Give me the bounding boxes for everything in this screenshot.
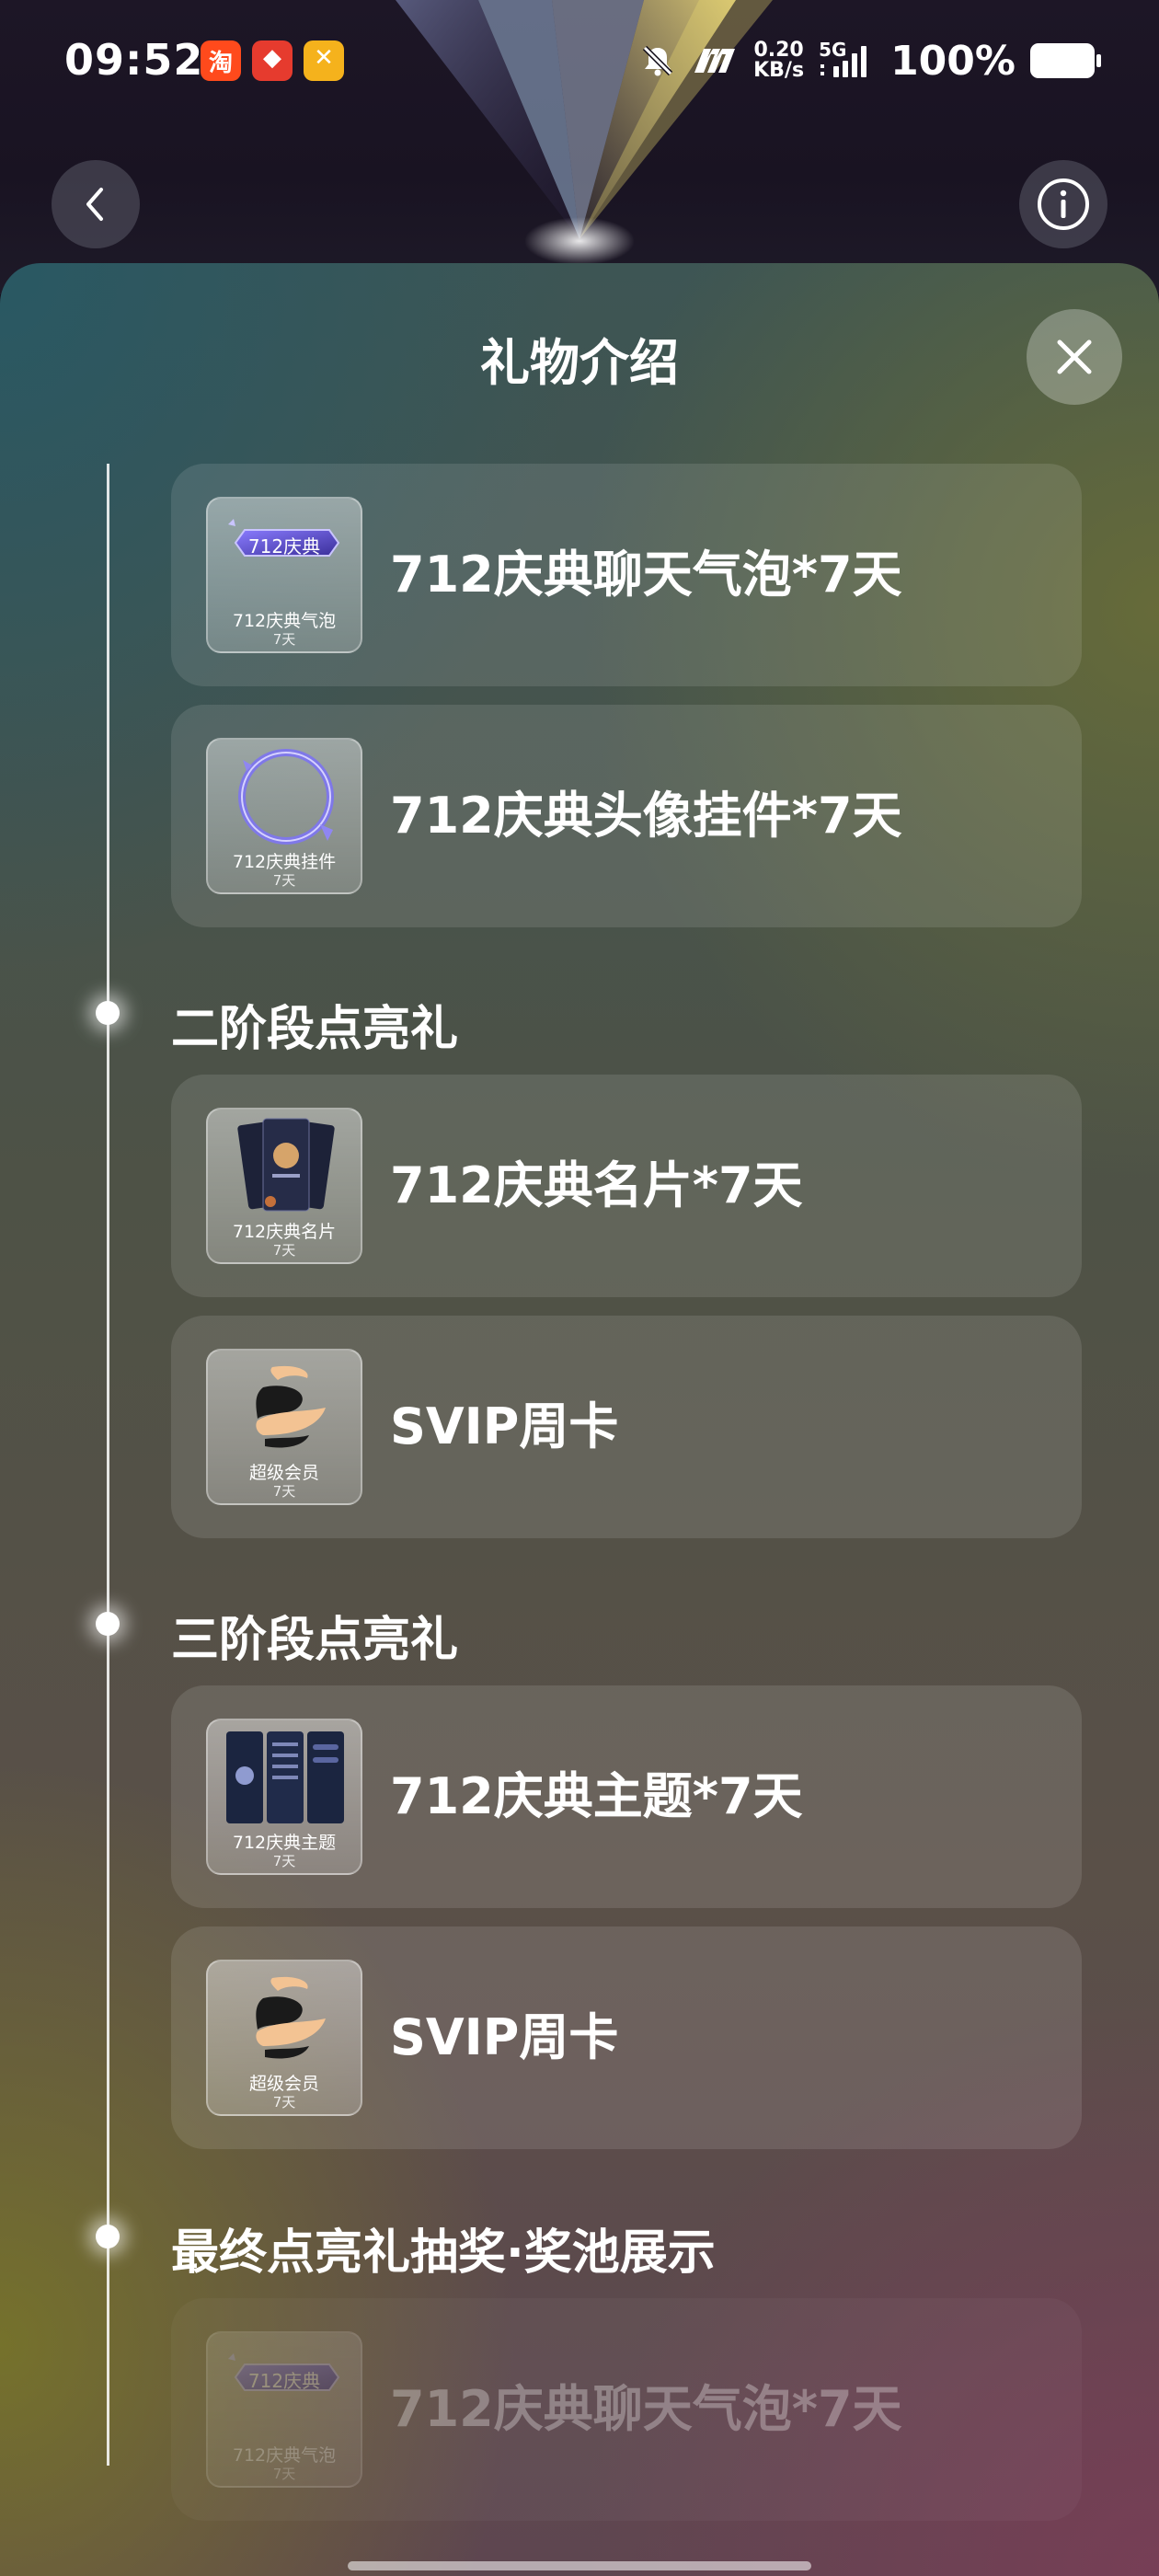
chat-bubble-thumbnail: 712庆典 712庆典气泡 7天 — [206, 497, 362, 653]
gift-card[interactable]: 712庆典 712庆典气泡 7天 712庆典聊天气泡*7天 — [171, 2298, 1082, 2521]
bubble-badge-text: 712庆典 — [247, 535, 321, 558]
timeline-dot — [96, 1001, 120, 1025]
timeline-line — [107, 464, 109, 2466]
section-title-stage-3: 三阶段点亮礼 — [171, 1613, 459, 1668]
gift-card[interactable]: 超级会员 7天 SVIP周卡 — [171, 1926, 1082, 2149]
info-button[interactable] — [1019, 160, 1107, 248]
net-speed-value: 0.20 — [753, 39, 804, 62]
back-button[interactable] — [52, 160, 140, 248]
gift-card[interactable]: 712庆典挂件 7天 712庆典头像挂件*7天 — [171, 705, 1082, 927]
gift-intro-sheet: 礼物介绍 712庆典 712庆典气泡 7天 712庆典聊天气泡*7天 712庆典… — [0, 263, 1159, 2576]
name-card-thumbnail: 712庆典名片 7天 — [206, 1108, 362, 1264]
thumbnail-duration: 7天 — [272, 1483, 296, 1500]
thumbnail-label: 712庆典气泡 — [232, 611, 337, 631]
thumbnail-duration: 7天 — [272, 2094, 296, 2110]
thumbnail-label: 超级会员 — [248, 1463, 319, 1483]
section-title-final: 最终点亮礼抽奖·奖池展示 — [171, 2225, 716, 2281]
thumbnail-duration: 7天 — [272, 872, 296, 889]
yellow-app-icon: ✕ — [304, 40, 344, 81]
status-time: 09:52 — [64, 35, 204, 85]
red-app-icon: ◆ — [252, 40, 293, 81]
gift-name: SVIP周卡 — [390, 2008, 619, 2066]
gift-name: 712庆典聊天气泡*7天 — [390, 546, 902, 604]
svip-thumbnail: 超级会员 7天 — [206, 1960, 362, 2116]
home-indicator[interactable] — [348, 2561, 811, 2570]
close-icon — [1057, 339, 1092, 374]
net-speed: 0.20 KB/s — [753, 40, 804, 81]
avatar-frame-thumbnail: 712庆典挂件 7天 — [206, 738, 362, 894]
thumbnail-duration: 7天 — [272, 1853, 296, 1869]
thumbnail-label: 712庆典名片 — [232, 1222, 337, 1242]
thumbnail-duration: 7天 — [272, 631, 296, 648]
gift-name: 712庆典聊天气泡*7天 — [390, 2380, 902, 2438]
theme-thumbnail: 712庆典主题 7天 — [206, 1719, 362, 1875]
section-title-stage-2: 二阶段点亮礼 — [171, 1002, 459, 1057]
gift-card[interactable]: 712庆典主题 7天 712庆典主题*7天 — [171, 1685, 1082, 1908]
gift-card[interactable]: 712庆典名片 7天 712庆典名片*7天 — [171, 1075, 1082, 1297]
thumbnail-label: 超级会员 — [248, 2074, 319, 2094]
net-speed-unit: KB/s — [753, 59, 805, 82]
timeline-dot — [96, 2225, 120, 2248]
close-button[interactable] — [1027, 309, 1122, 405]
thumbnail-duration: 7天 — [272, 2466, 296, 2482]
status-icons: 0.20 KB/s 5G 100% — [639, 33, 1101, 88]
battery-percent: 100% — [890, 37, 1016, 85]
battery-icon — [1030, 43, 1101, 78]
gift-card[interactable]: 超级会员 7天 SVIP周卡 — [171, 1316, 1082, 1538]
status-bar: 09:52 淘 ◆ ✕ 0.20 KB/s 5G 100% — [0, 0, 1159, 120]
gift-card[interactable]: 712庆典 712庆典气泡 7天 712庆典聊天气泡*7天 — [171, 464, 1082, 686]
mute-icon — [642, 45, 673, 76]
info-icon — [1038, 178, 1089, 230]
thumbnail-label: 712庆典主题 — [232, 1833, 337, 1853]
chat-bubble-thumbnail: 712庆典 712庆典气泡 7天 — [206, 2331, 362, 2488]
thumbnail-label: 712庆典挂件 — [232, 852, 337, 872]
gift-name: 712庆典头像挂件*7天 — [390, 787, 902, 845]
gift-name: 712庆典名片*7天 — [390, 1156, 803, 1214]
gift-name: 712庆典主题*7天 — [390, 1767, 803, 1825]
bubble-badge-text: 712庆典 — [247, 2370, 321, 2392]
signal-icon: 5G — [819, 39, 876, 81]
m-brand-icon — [694, 49, 736, 73]
thumbnail-label: 712庆典气泡 — [232, 2445, 337, 2466]
chevron-left-icon — [86, 188, 103, 221]
gift-name: SVIP周卡 — [390, 1397, 619, 1455]
thumbnail-duration: 7天 — [272, 1242, 296, 1259]
svip-thumbnail: 超级会员 7天 — [206, 1349, 362, 1505]
taobao-icon: 淘 — [201, 40, 241, 81]
timeline-dot — [96, 1612, 120, 1636]
sheet-title: 礼物介绍 — [480, 334, 679, 392]
